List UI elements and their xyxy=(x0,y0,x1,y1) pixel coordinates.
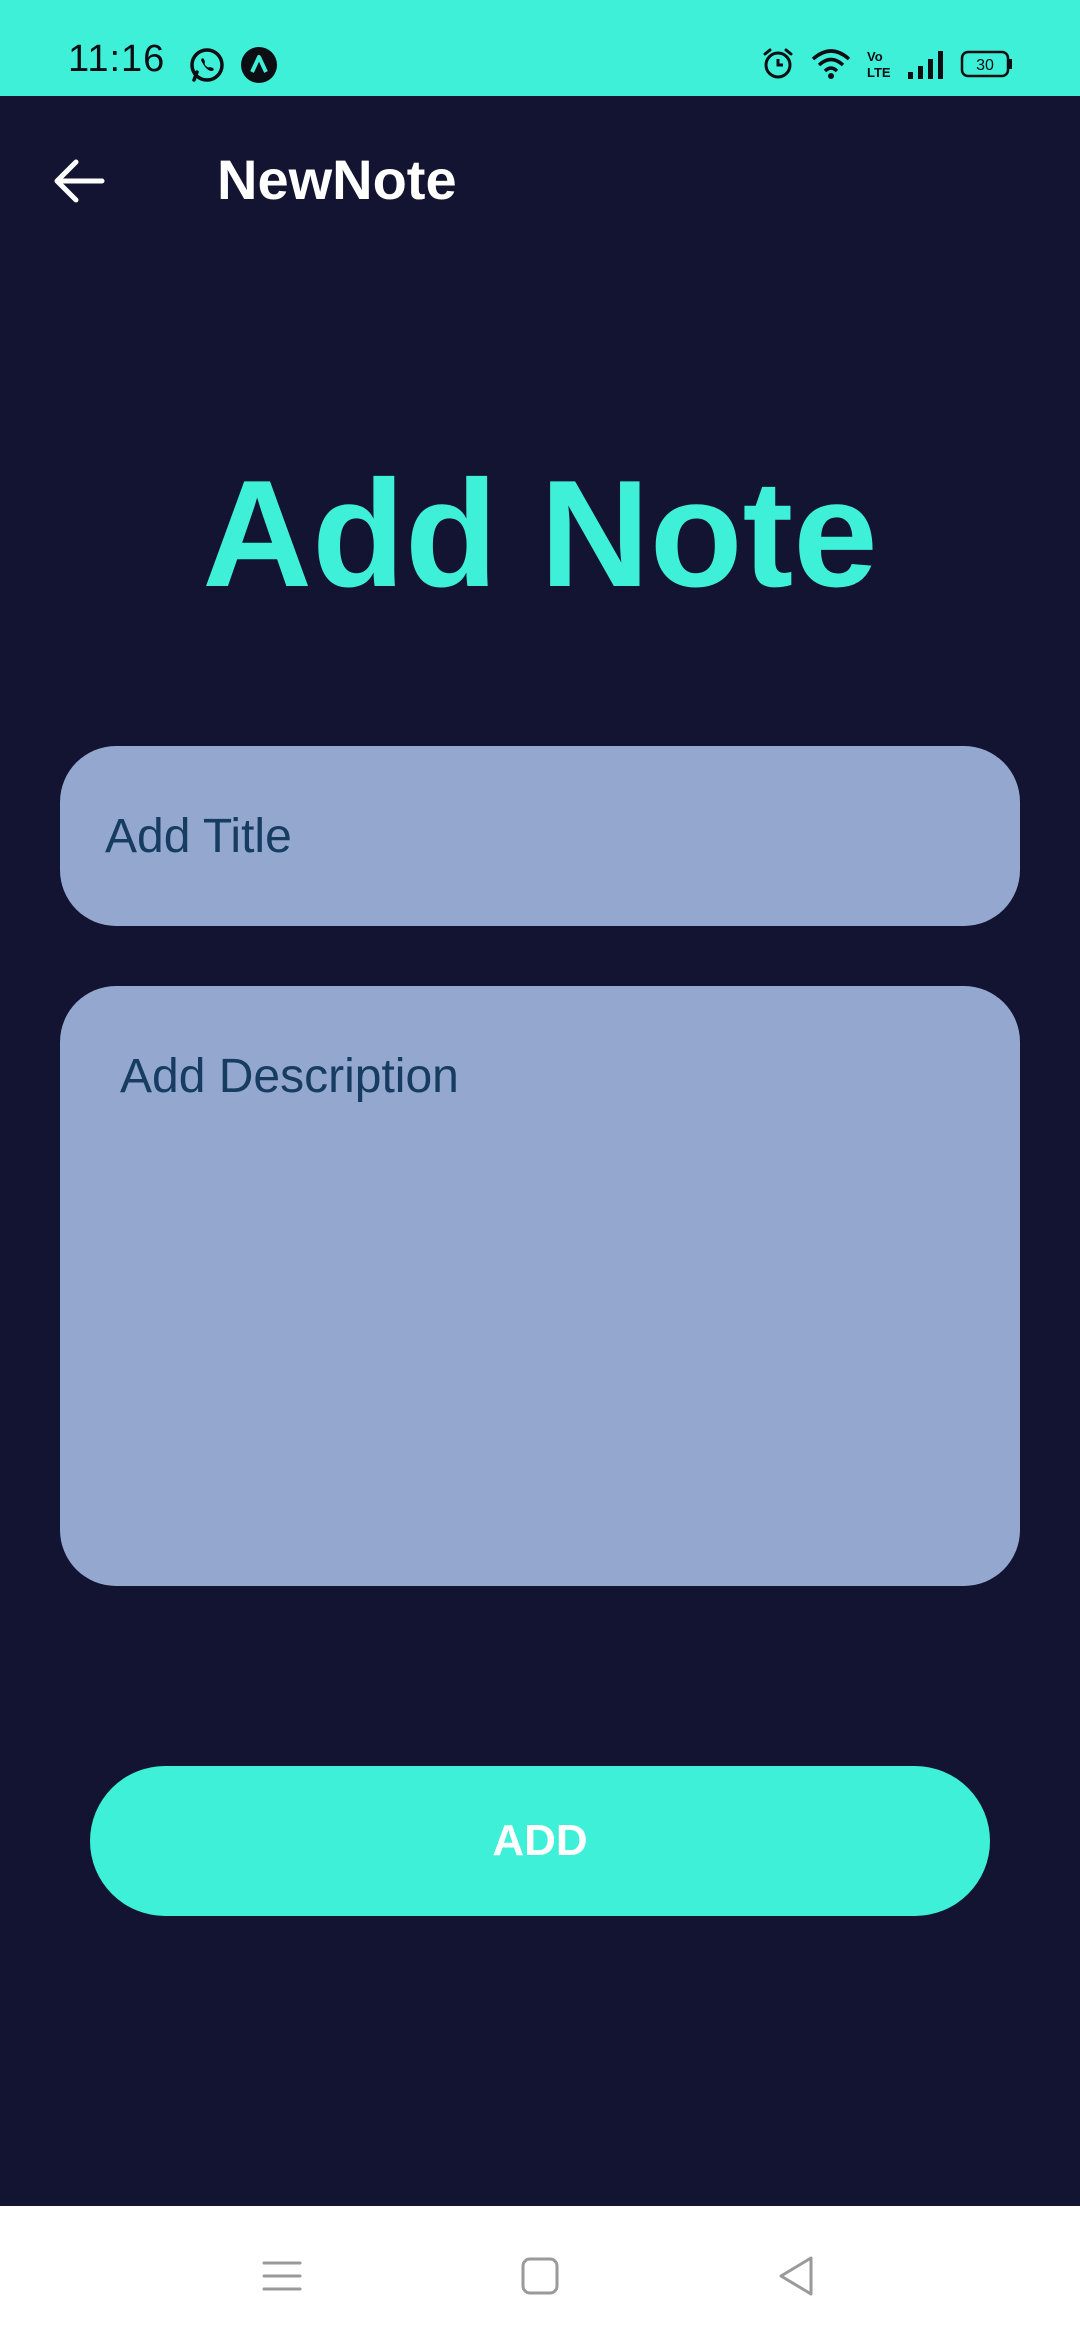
status-left-icons xyxy=(188,46,278,89)
title-field xyxy=(60,746,1020,926)
signal-icon xyxy=(906,48,946,85)
system-nav-bar xyxy=(0,2206,1080,2340)
status-bar: 11:16 Vo LTE 30 xyxy=(0,0,1080,96)
page-heading: Add Note xyxy=(202,449,878,619)
status-time: 11:16 xyxy=(68,38,166,80)
description-field xyxy=(60,986,1020,1586)
nav-back-button[interactable] xyxy=(766,2248,826,2308)
arrow-left-icon xyxy=(52,157,106,210)
back-button[interactable] xyxy=(44,148,114,218)
app-title: NewNote xyxy=(217,148,457,211)
svg-text:Vo: Vo xyxy=(867,49,883,64)
battery-level-text: 30 xyxy=(976,57,994,74)
battery-icon: 30 xyxy=(960,49,1014,84)
alarm-icon xyxy=(760,46,796,87)
title-input[interactable] xyxy=(105,746,975,926)
wifi-icon xyxy=(810,47,852,86)
menu-icon xyxy=(261,2258,303,2299)
nav-menu-button[interactable] xyxy=(252,2248,312,2308)
app-notification-icon xyxy=(240,46,278,89)
home-icon xyxy=(520,2256,560,2301)
svg-text:LTE: LTE xyxy=(867,65,891,80)
whatsapp-icon xyxy=(188,46,226,89)
volte-icon: Vo LTE xyxy=(866,47,892,86)
add-button[interactable]: ADD xyxy=(90,1766,990,1916)
back-triangle-icon xyxy=(776,2254,816,2303)
status-right-icons: Vo LTE 30 xyxy=(760,46,1014,87)
nav-home-button[interactable] xyxy=(510,2248,570,2308)
app-bar: NewNote xyxy=(0,96,1080,272)
description-input[interactable] xyxy=(120,1046,970,1526)
